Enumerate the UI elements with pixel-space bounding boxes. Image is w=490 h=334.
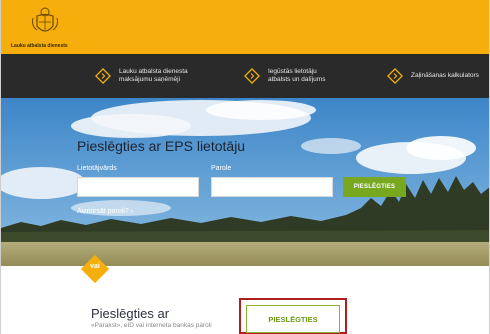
page-frame: Lauku atbalsta dienests Lauku atbalsta d… bbox=[0, 0, 490, 334]
nav-item-label: Zaļināšanas kalkulators bbox=[411, 72, 479, 79]
diamond-arrow-icon bbox=[95, 68, 111, 84]
top-header: Lauku atbalsta dienests bbox=[1, 0, 489, 54]
login-button[interactable]: PIESLĒGTIES bbox=[343, 177, 406, 197]
alt-login-subtitle: «Parakst», eID vai interneta bankas paro… bbox=[91, 322, 212, 329]
org-logo[interactable]: Lauku atbalsta dienests bbox=[11, 6, 81, 52]
nav-item-label: Iegūstās lietotāju atbalsts un dalījums bbox=[268, 68, 326, 83]
alt-login-title: Pieslēgties ar bbox=[91, 306, 170, 321]
org-name: Lauku atbalsta dienests bbox=[11, 43, 68, 49]
nav-item-support[interactable]: Iegūstās lietotāju atbalsts un dalījums bbox=[244, 54, 374, 98]
nav-item-label: Lauku atbalsta dienesta maksājumu saņēmē… bbox=[119, 68, 188, 83]
alt-login-button[interactable]: PIESLĒGTIES bbox=[246, 305, 340, 333]
username-label: Lietotājvārds bbox=[77, 165, 117, 172]
password-input[interactable] bbox=[211, 177, 333, 197]
diamond-arrow-icon bbox=[387, 68, 403, 84]
password-label: Parole bbox=[211, 165, 232, 172]
coat-of-arms-icon bbox=[32, 7, 58, 32]
login-title: Pieslēgties ar EPS lietotāju bbox=[77, 138, 246, 154]
main-nav: Lauku atbalsta dienesta maksājumu saņēmē… bbox=[1, 54, 489, 98]
username-input[interactable] bbox=[77, 177, 199, 197]
nav-item-calculator[interactable]: Zaļināšanas kalkulators bbox=[387, 54, 489, 98]
forgot-password-link[interactable]: Aizmirsāt paroli? › bbox=[77, 208, 133, 215]
login-hero: Pieslēgties ar EPS lietotāju Lietotājvār… bbox=[1, 98, 489, 266]
diamond-arrow-icon bbox=[244, 68, 260, 84]
nav-item-payments[interactable]: Lauku atbalsta dienesta maksājumu saņēmē… bbox=[95, 54, 235, 98]
or-label: vai bbox=[90, 263, 100, 270]
